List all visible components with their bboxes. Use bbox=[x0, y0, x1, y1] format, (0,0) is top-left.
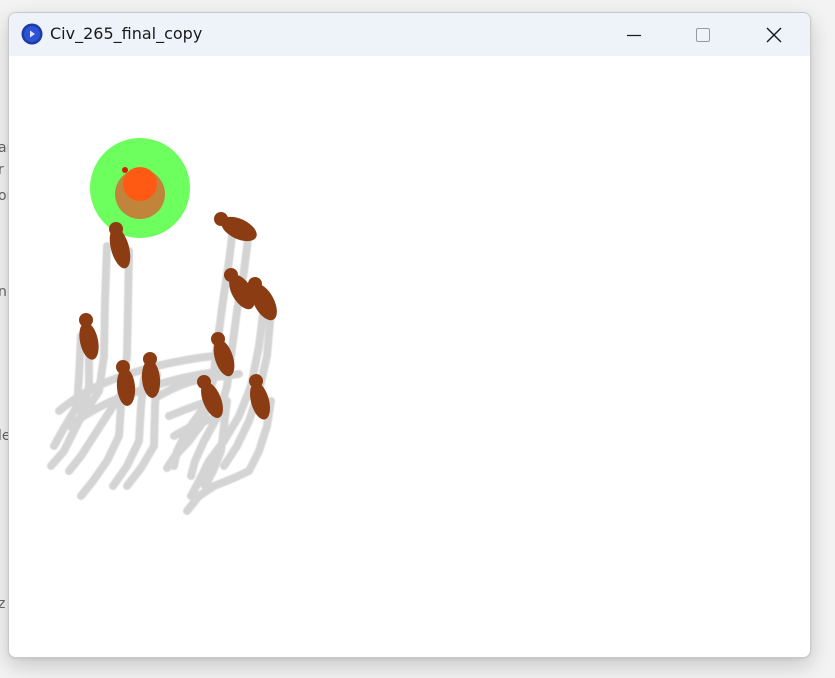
minimize-icon bbox=[627, 28, 641, 42]
background-text-fragment: r bbox=[0, 162, 4, 178]
close-icon bbox=[766, 27, 782, 43]
processing-app-icon bbox=[21, 23, 43, 45]
target-core bbox=[123, 167, 157, 201]
maximize-icon bbox=[696, 27, 710, 42]
target-dot bbox=[122, 167, 128, 173]
agent bbox=[214, 212, 257, 242]
background-text-fragment: z bbox=[0, 596, 6, 612]
simulation-drawing bbox=[47, 138, 277, 515]
maximize-button[interactable] bbox=[680, 13, 726, 56]
window-title: Civ_265_final_copy bbox=[50, 24, 203, 43]
title-bar[interactable]: Civ_265_final_copy bbox=[9, 13, 810, 56]
background-text-fragment: n bbox=[0, 284, 7, 300]
minimize-button[interactable] bbox=[611, 13, 657, 56]
close-button[interactable] bbox=[751, 13, 797, 56]
sketch-canvas[interactable] bbox=[9, 56, 810, 657]
agent-trails bbox=[47, 217, 275, 515]
target-marker bbox=[90, 138, 190, 238]
app-window: Civ_265_final_copy bbox=[8, 12, 811, 658]
